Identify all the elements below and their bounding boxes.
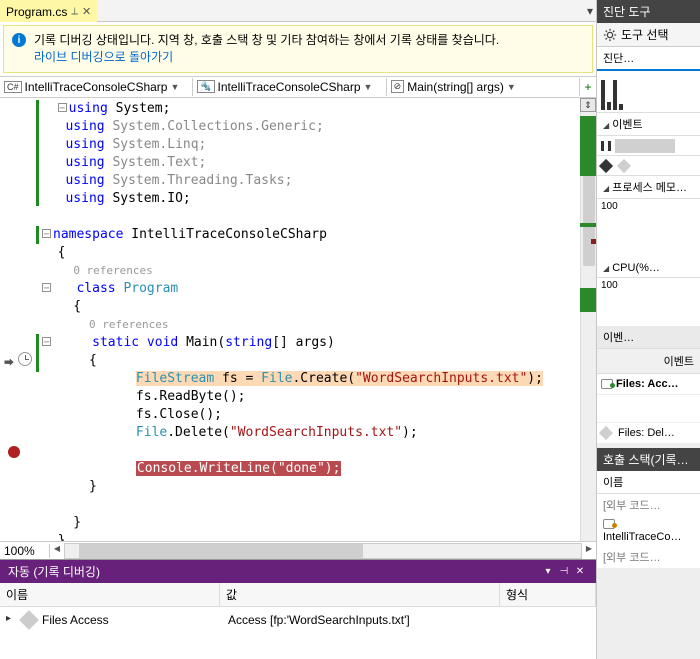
code-text-area[interactable]: −using System; using System.Collections.… <box>40 98 580 541</box>
cpu-section-header[interactable]: ◢ CPU(%… <box>597 259 700 278</box>
infobar-link-go-live[interactable]: 라이브 디버깅으로 돌아가기 <box>34 50 173 64</box>
tab-program-cs[interactable]: Program.cs ⟂ ✕ <box>0 0 97 22</box>
pin-icon[interactable]: ⊣ <box>556 566 572 577</box>
event-row-files-access[interactable]: Files: Acc… <box>597 374 700 395</box>
history-debug-icon[interactable] <box>18 352 32 366</box>
outline-collapse-icon[interactable]: − <box>58 103 67 112</box>
outline-collapse-icon[interactable]: − <box>42 229 51 238</box>
method-icon: ⊘ <box>391 80 405 93</box>
glyph-margin[interactable]: ⮕ <box>0 98 40 541</box>
crumb-class[interactable]: 🔩 IntelliTraceConsoleCSharp ▼ <box>193 78 386 96</box>
events-column-header[interactable]: 이벤트 <box>597 349 700 374</box>
expand-icon[interactable]: ▸ <box>6 613 16 627</box>
diamond-icon <box>599 426 613 440</box>
document-tabs: Program.cs ⟂ ✕ ▾ <box>0 0 596 22</box>
class-icon: 🔩 <box>197 80 214 93</box>
close-icon[interactable]: ✕ <box>572 566 588 577</box>
crumb-method[interactable]: ⊘ Main(string[] args) ▼ <box>387 78 580 96</box>
events-track-1 <box>597 136 700 156</box>
csharp-icon: C# <box>4 81 22 93</box>
diagnostics-title[interactable]: 진단 도구 <box>597 0 700 23</box>
autos-headers: 이름 값 형식 <box>0 583 596 607</box>
event-row-files-delete[interactable]: Files: Del… <box>597 423 700 444</box>
pause-icon <box>601 141 611 151</box>
diamond-icon <box>19 610 39 630</box>
window-menu-icon[interactable]: ▾ <box>540 566 556 577</box>
scroll-right-icon[interactable]: ▶ <box>582 544 596 558</box>
pin-icon[interactable]: ⟂ <box>71 6 78 17</box>
diagnostics-tab[interactable]: 진단… <box>597 47 700 71</box>
infobar-text: 기록 디버깅 상태입니다. 지역 창, 호출 스택 창 및 기타 참여하는 창에… <box>34 33 499 47</box>
historical-debugging-infobar: i 기록 디버깅 상태입니다. 지역 창, 호출 스택 창 및 기타 참여하는 … <box>3 25 593 73</box>
autos-title-text: 자동 (기록 디버깅) <box>8 563 100 580</box>
cpu-chart: 100 <box>597 278 700 326</box>
autos-panel: 자동 (기록 디버깅) ▾ ⊣ ✕ 이름 값 형식 ▸ Files Access… <box>0 559 596 659</box>
add-crumb-button[interactable]: + <box>580 80 596 94</box>
editor-footer: 100% ◀ ▶ <box>0 541 596 559</box>
diamond-icon <box>617 158 631 172</box>
zoom-level[interactable]: 100% <box>0 544 50 558</box>
crumb-project[interactable]: C# IntelliTraceConsoleCSharp ▼ <box>0 78 193 96</box>
autos-row[interactable]: ▸ Files Access Access [fp:'WordSearchInp… <box>0 607 596 633</box>
autos-header-value[interactable]: 값 <box>220 583 500 606</box>
diagnostics-sparkline <box>597 71 700 113</box>
info-icon: i <box>12 33 26 47</box>
breakpoint-icon[interactable] <box>8 446 20 458</box>
events-section-header[interactable]: ◢ 이벤트 <box>597 113 700 136</box>
autos-header-name[interactable]: 이름 <box>0 583 220 606</box>
callstack-title[interactable]: 호출 스택(기록… <box>597 448 700 471</box>
callstack-row-external-1[interactable]: [외부 코드… <box>597 494 700 516</box>
autos-header-type[interactable]: 형식 <box>500 583 596 606</box>
chevron-down-icon: ▼ <box>364 82 373 92</box>
callstack-row-intellitrace[interactable]: IntelliTraceCo… <box>597 516 700 546</box>
close-icon[interactable]: ✕ <box>82 5 91 18</box>
code-editor[interactable]: ⮕ −using System; using System.Collection… <box>0 98 596 541</box>
autos-row-value: Access [fp:'WordSearchInputs.txt'] <box>228 613 410 627</box>
diamond-icon <box>599 158 613 172</box>
tool-select-button[interactable]: 도구 선택 <box>597 23 700 47</box>
vertical-scrollbar-overview[interactable]: ⇕ <box>580 98 596 541</box>
tab-label: Program.cs <box>6 5 67 19</box>
procmem-chart: 100 <box>597 199 700 259</box>
gear-icon <box>603 28 617 42</box>
step-back-icon[interactable]: ⮕ <box>4 354 14 369</box>
callstack-header-name[interactable]: 이름 <box>597 471 700 494</box>
event-icon <box>601 379 613 389</box>
events-track-2 <box>597 156 700 176</box>
events-tab[interactable]: 이벤… <box>597 326 700 349</box>
callstack-row-external-2[interactable]: [외부 코드… <box>597 546 700 568</box>
tab-overflow-dropdown[interactable]: ▾ <box>584 4 596 18</box>
procmem-section-header[interactable]: ◢ 프로세스 메모… <box>597 176 700 199</box>
autos-row-name: Files Access <box>42 613 228 627</box>
stackframe-icon <box>603 519 615 529</box>
chevron-down-icon: ▼ <box>170 82 179 92</box>
diagnostic-tools-pane: 진단 도구 도구 선택 진단… ◢ 이벤트 ◢ 프로세스 메모… 100 ◢ C… <box>597 0 700 659</box>
chevron-down-icon: ▼ <box>507 82 516 92</box>
scroll-left-icon[interactable]: ◀ <box>50 544 64 558</box>
outline-collapse-icon[interactable]: − <box>42 283 51 292</box>
split-icon[interactable]: ⇕ <box>580 98 596 112</box>
autos-title-bar[interactable]: 자동 (기록 디버깅) ▾ ⊣ ✕ <box>0 560 596 583</box>
navigation-breadcrumb: C# IntelliTraceConsoleCSharp ▼ 🔩 Intelli… <box>0 76 596 98</box>
outline-collapse-icon[interactable]: − <box>42 337 51 346</box>
horizontal-scrollbar[interactable] <box>64 543 582 559</box>
